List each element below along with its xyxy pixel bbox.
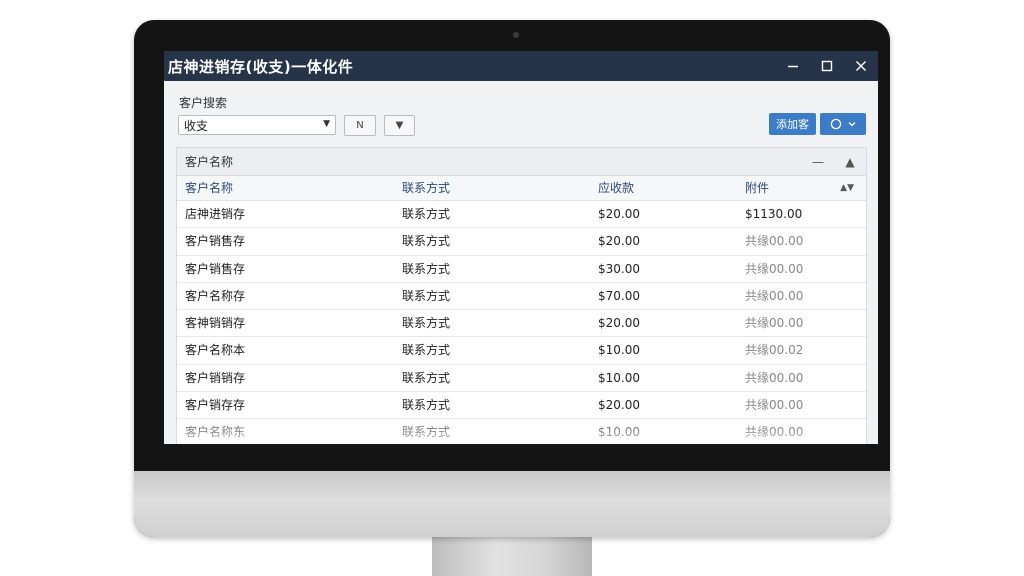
close-button[interactable] bbox=[844, 51, 878, 81]
cell-name: 客户销销存 bbox=[185, 370, 246, 385]
category-select[interactable]: 收支 ▼ bbox=[178, 115, 336, 135]
cell-extra: 共缘00.00 bbox=[745, 261, 804, 276]
cell-receivable: $30.00 bbox=[598, 261, 640, 276]
maximize-icon bbox=[821, 60, 833, 72]
dropdown-button[interactable]: ▼ bbox=[384, 115, 415, 136]
cell-receivable: $20.00 bbox=[598, 316, 640, 331]
chevron-down-icon: ▼ bbox=[395, 120, 404, 131]
table-row[interactable]: 客户销售存 联系方式 $30.00 共缘00.00 bbox=[177, 256, 866, 283]
filter-label: 客户搜索 bbox=[179, 96, 228, 110]
cell-extra: 共缘00.00 bbox=[745, 370, 804, 385]
window-controls bbox=[776, 51, 878, 81]
table-row[interactable]: 客户名称存 联系方式 $70.00 共缘00.00 bbox=[177, 283, 866, 311]
cell-name: 客户销存存 bbox=[185, 398, 246, 413]
cell-contact: 联系方式 bbox=[402, 316, 451, 331]
cell-extra: 共缘00.00 bbox=[745, 288, 804, 303]
column-header-contact[interactable]: 联系方式 bbox=[402, 176, 450, 200]
cell-receivable: $10.00 bbox=[598, 370, 640, 385]
nav-button[interactable]: N bbox=[344, 115, 376, 136]
collapse-icon[interactable]: — bbox=[802, 155, 834, 169]
customer-table: 客户名称 — ▲ 客户名称 联系方式 应收款 附件 ▲▼ 店神进销存 联系方式 … bbox=[176, 147, 867, 444]
cell-extra: 共缘00.00 bbox=[745, 398, 804, 413]
cell-name: 客户名称存 bbox=[185, 288, 246, 303]
table-row[interactable]: 客户名称本 联系方式 $10.00 共缘00.02 bbox=[177, 337, 866, 365]
table-row[interactable]: 客户名称东 联系方式 $10.00 共缘00.00 bbox=[177, 419, 866, 444]
nav-button-label: N bbox=[356, 120, 364, 131]
group-controls: — ▲ bbox=[802, 155, 866, 169]
table-row[interactable]: 客户销销存 联系方式 $10.00 共缘00.00 bbox=[177, 365, 866, 393]
minimize-button[interactable] bbox=[776, 51, 810, 81]
maximize-button[interactable] bbox=[810, 51, 844, 81]
cell-receivable: $70.00 bbox=[598, 288, 640, 303]
cell-extra: 共缘00.00 bbox=[745, 234, 804, 249]
cell-extra: $1130.00 bbox=[745, 207, 803, 221]
cell-contact: 联系方式 bbox=[402, 370, 451, 385]
cell-contact: 联系方式 bbox=[402, 425, 451, 440]
cell-contact: 联系方式 bbox=[402, 343, 451, 358]
table-row[interactable]: 客神销销存 联系方式 $20.00 共缘00.00 bbox=[177, 310, 866, 338]
column-header-extra[interactable]: 附件 bbox=[745, 176, 769, 200]
cell-name: 客户销售存 bbox=[185, 261, 246, 276]
cell-name: 客户销售存 bbox=[185, 234, 246, 249]
chevron-down-icon: ▼ bbox=[323, 119, 330, 129]
cell-receivable: $20.00 bbox=[598, 207, 640, 221]
cell-receivable: $10.00 bbox=[598, 425, 640, 440]
cell-name: 客户名称本 bbox=[185, 343, 246, 358]
cell-receivable: $20.00 bbox=[598, 234, 640, 249]
monitor-frame: 店神进销存(收支)一体化件 客户搜索 收支 ▼ N ▼ 添加客 客户名称 — ▲… bbox=[134, 20, 890, 537]
cell-contact: 联系方式 bbox=[402, 234, 451, 249]
column-header-row: 客户名称 联系方式 应收款 附件 ▲▼ bbox=[177, 176, 866, 201]
cell-extra: 共缘00.00 bbox=[745, 316, 804, 331]
cell-contact: 联系方式 bbox=[402, 398, 451, 413]
category-select-value: 收支 bbox=[184, 118, 209, 133]
cell-name: 店神进销存 bbox=[185, 207, 246, 221]
add-customer-button-label: 添加客 bbox=[776, 118, 809, 131]
cell-extra: 共缘00.02 bbox=[745, 343, 804, 358]
minimize-icon bbox=[788, 65, 798, 68]
column-header-name[interactable]: 客户名称 bbox=[185, 176, 233, 200]
camera-dot bbox=[513, 32, 519, 38]
table-row[interactable]: 客户销存存 联系方式 $20.00 共缘00.00 bbox=[177, 392, 866, 420]
table-row[interactable]: 客户销售存 联系方式 $20.00 共缘00.00 bbox=[177, 228, 866, 256]
title-bar: 店神进销存(收支)一体化件 bbox=[164, 51, 878, 81]
monitor-chin bbox=[134, 471, 890, 537]
column-header-receivable[interactable]: 应收款 bbox=[598, 176, 634, 200]
circle-icon bbox=[830, 118, 842, 130]
cell-extra: 共缘00.00 bbox=[745, 425, 804, 440]
group-title: 客户名称 bbox=[185, 155, 234, 169]
cell-receivable: $10.00 bbox=[598, 343, 640, 358]
add-customer-button[interactable]: 添加客 bbox=[769, 113, 816, 135]
cell-receivable: $20.00 bbox=[598, 398, 640, 413]
chevron-up-icon[interactable]: ▲ bbox=[834, 155, 866, 169]
window-title: 店神进销存(收支)一体化件 bbox=[168, 57, 354, 76]
cell-contact: 联系方式 bbox=[402, 261, 451, 276]
toolbar: 客户搜索 收支 ▼ N ▼ 添加客 bbox=[164, 81, 878, 147]
sort-icon[interactable]: ▲▼ bbox=[840, 176, 854, 200]
options-button[interactable] bbox=[820, 113, 866, 135]
cell-contact: 联系方式 bbox=[402, 207, 451, 221]
group-header: 客户名称 — ▲ bbox=[177, 148, 866, 176]
table-row[interactable]: 店神进销存 联系方式 $20.00 $1130.00 bbox=[177, 201, 866, 229]
chevron-down-icon bbox=[848, 122, 856, 127]
app-window: 店神进销存(收支)一体化件 客户搜索 收支 ▼ N ▼ 添加客 客户名称 — ▲… bbox=[164, 51, 878, 444]
close-icon bbox=[856, 61, 866, 71]
cell-name: 客神销销存 bbox=[185, 316, 246, 331]
cell-name: 客户名称东 bbox=[185, 425, 246, 440]
cell-contact: 联系方式 bbox=[402, 288, 451, 303]
